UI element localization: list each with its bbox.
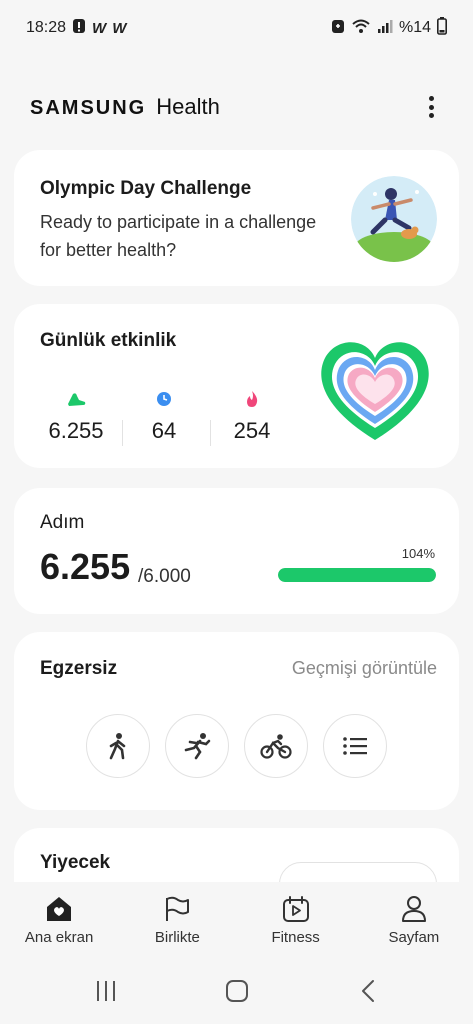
- calories-value: 254: [233, 418, 271, 443]
- cycling-icon: [260, 734, 292, 759]
- steps-card[interactable]: Adım 6.255 /6.000 104%: [14, 488, 459, 614]
- app-header: SAMSUNG Health: [0, 84, 473, 130]
- steps-metric: 6.255: [36, 390, 116, 444]
- recents-button[interactable]: [76, 971, 136, 1011]
- status-right: %14: [331, 16, 447, 40]
- steps-count: 6.255: [40, 546, 131, 587]
- play-calendar-icon: [282, 895, 309, 922]
- minutes-value: 64: [151, 418, 177, 443]
- metric-divider: [210, 420, 211, 446]
- system-home-button[interactable]: [207, 971, 267, 1011]
- home-icon: [225, 980, 248, 1002]
- daily-activity-card[interactable]: Günlük etkinlik 6.255 64 254: [14, 304, 459, 468]
- cycling-button[interactable]: [244, 714, 308, 778]
- home-icon: [47, 896, 72, 921]
- person-icon: [401, 895, 426, 922]
- brand-logo: SAMSUNG Health: [30, 94, 220, 120]
- nav-profile-label: Sayfam: [388, 928, 440, 946]
- system-nav-bar: [0, 958, 473, 1024]
- flame-icon: [247, 391, 258, 407]
- alert-icon: [72, 18, 86, 39]
- signal-icon: [377, 18, 393, 39]
- steps-value: 6.255: [48, 418, 104, 443]
- status-bar: 18:28 W W %14: [0, 0, 473, 56]
- list-icon: [343, 737, 367, 755]
- status-time: 18:28: [26, 19, 67, 36]
- battery-icon: [437, 16, 447, 40]
- back-icon: [361, 980, 374, 1002]
- bottom-nav: Ana ekran Birlikte Fitness Sayfam: [0, 882, 473, 958]
- challenge-illustration: [351, 176, 437, 262]
- nav-fitness[interactable]: Fitness: [241, 895, 351, 946]
- brand-samsung: SAMSUNG: [30, 97, 147, 119]
- carrier-label-2: W: [112, 19, 127, 37]
- back-button[interactable]: [338, 971, 398, 1011]
- view-history-link[interactable]: Geçmişi görüntüle: [292, 658, 437, 679]
- flag-icon: [166, 896, 190, 921]
- steps-percent: 104%: [401, 546, 435, 561]
- activity-heart-chart: [315, 328, 435, 448]
- metric-divider: [122, 420, 123, 446]
- clock-icon: [157, 392, 171, 406]
- brand-health: Health: [156, 94, 220, 119]
- challenge-card[interactable]: Olympic Day Challenge Ready to participa…: [14, 150, 459, 286]
- more-exercises-button[interactable]: [323, 714, 387, 778]
- steps-progress-track: [278, 568, 436, 582]
- activity-title: Günlük etkinlik: [40, 330, 177, 351]
- recents-icon: [96, 981, 115, 1001]
- shoe-icon: [68, 393, 86, 406]
- steps-progress-fill: [278, 568, 436, 582]
- challenge-description: Ready to participate in a challenge for …: [40, 212, 317, 260]
- nav-profile[interactable]: Sayfam: [359, 895, 469, 946]
- challenge-title: Olympic Day Challenge: [40, 178, 252, 199]
- carrier-label-1: W: [92, 19, 107, 37]
- walking-icon: [109, 733, 126, 760]
- more-vert-icon[interactable]: [419, 92, 443, 122]
- nav-together[interactable]: Birlikte: [122, 895, 232, 946]
- exercise-card[interactable]: Egzersiz Geçmişi görüntüle: [14, 632, 459, 810]
- nav-together-label: Birlikte: [154, 928, 200, 946]
- battery-saver-icon: [331, 18, 345, 39]
- running-icon: [184, 733, 211, 760]
- nav-home-label: Ana ekran: [24, 928, 94, 946]
- status-left: 18:28 W W: [26, 18, 126, 39]
- steps-goal: /6.000: [138, 566, 191, 587]
- minutes-metric: 64: [124, 390, 204, 444]
- calories-metric: 254: [212, 390, 292, 444]
- wifi-icon: [351, 18, 371, 39]
- walking-button[interactable]: [86, 714, 150, 778]
- exercise-title: Egzersiz: [40, 658, 118, 679]
- steps-title: Adım: [40, 512, 85, 533]
- battery-text: %14: [398, 19, 431, 36]
- nav-fitness-label: Fitness: [271, 928, 320, 946]
- running-button[interactable]: [165, 714, 229, 778]
- nav-home[interactable]: Ana ekran: [4, 895, 114, 946]
- food-title: Yiyecek: [40, 852, 111, 873]
